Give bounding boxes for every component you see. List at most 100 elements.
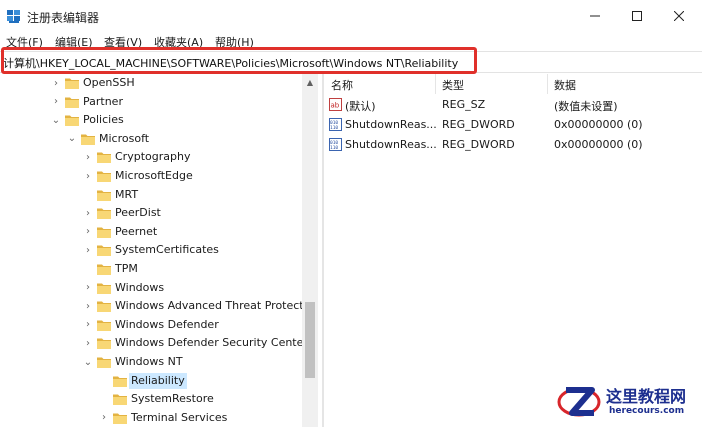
- title-bar: 注册表编辑器: [0, 0, 702, 32]
- folder-icon: [97, 320, 111, 331]
- key-tree[interactable]: › OpenSSH › Partner ⌄ Policies ⌄ Microsoft › Cryp…: [0, 74, 318, 427]
- chevron-right-icon[interactable]: ›: [82, 337, 94, 349]
- tree-scrollbar[interactable]: ▲: [302, 74, 318, 427]
- scroll-up-arrow-icon[interactable]: ▲: [302, 74, 318, 90]
- scroll-thumb[interactable]: [305, 302, 315, 378]
- chevron-right-icon[interactable]: ›: [82, 151, 94, 163]
- folder-icon: [81, 134, 95, 145]
- column-header-type[interactable]: 类型: [442, 77, 464, 93]
- tree-item[interactable]: ⌄ Windows NT: [0, 353, 303, 371]
- folder-icon: [65, 78, 79, 89]
- chevron-right-icon[interactable]: ›: [98, 412, 110, 424]
- tree-item[interactable]: › MicrosoftEdge: [0, 167, 303, 185]
- folder-icon: [97, 264, 111, 275]
- value-row[interactable]: ab (默认) REG_SZ (数值未设置): [325, 95, 702, 115]
- folder-icon: [97, 283, 111, 294]
- tree-item[interactable]: TPM: [0, 260, 303, 278]
- tree-item[interactable]: › Windows Advanced Threat Protecti: [0, 297, 307, 315]
- address-highlight-box: [1, 47, 477, 74]
- close-button[interactable]: [656, 0, 702, 32]
- value-type: REG_DWORD: [442, 138, 515, 151]
- folder-icon: [97, 357, 111, 368]
- value-row[interactable]: 010 110 ShutdownReas... REG_DWORD 0x00000000…: [325, 135, 702, 155]
- value-type: REG_DWORD: [442, 118, 515, 131]
- tree-item-label: MRT: [115, 187, 139, 201]
- folder-icon: [97, 338, 111, 350]
- folder-icon: [65, 97, 79, 108]
- folder-icon: [113, 394, 127, 406]
- column-header-name[interactable]: 名称: [331, 77, 353, 93]
- tree-item[interactable]: › Terminal Services: [0, 409, 303, 427]
- tree-item-label: Microsoft: [99, 131, 150, 145]
- watermark-url: herecours.com: [609, 406, 685, 416]
- tree-item-label: Partner: [83, 94, 123, 108]
- chevron-right-icon[interactable]: ›: [50, 96, 62, 108]
- pane-splitter[interactable]: [322, 74, 324, 427]
- value-row[interactable]: 010 110 ShutdownReas... REG_DWORD 0x00000000…: [325, 115, 702, 135]
- chevron-right-icon[interactable]: ›: [82, 300, 94, 312]
- column-divider[interactable]: [547, 74, 548, 94]
- tree-item[interactable]: › Windows Defender: [0, 316, 303, 334]
- tree-item[interactable]: › Windows Defender Security Center: [0, 334, 308, 352]
- minimize-button[interactable]: [572, 0, 618, 32]
- value-name: ShutdownReas...: [345, 118, 437, 131]
- chevron-right-icon[interactable]: ›: [82, 282, 94, 294]
- tree-item-label: Windows: [115, 280, 165, 294]
- tree-item[interactable]: SystemRestore: [0, 390, 303, 408]
- value-data: (数值未设置): [554, 100, 618, 113]
- dword-value-icon: 010110: [329, 118, 342, 131]
- tree-item[interactable]: Reliability: [0, 372, 303, 390]
- tree-item[interactable]: MRT: [0, 186, 303, 204]
- tree-item[interactable]: › Cryptography: [0, 148, 303, 166]
- folder-icon: [97, 152, 111, 164]
- tree-item-label: Windows Advanced Threat Protecti: [115, 299, 307, 313]
- tree-item-label: SystemRestore: [131, 392, 214, 406]
- tree-item-label: Reliability: [129, 372, 187, 389]
- tree-item-label: Terminal Services: [131, 410, 228, 424]
- tree-item[interactable]: ⌄ Microsoft: [0, 130, 303, 148]
- column-divider[interactable]: [435, 74, 436, 94]
- folder-icon: [97, 245, 111, 257]
- folder-icon: [97, 171, 111, 182]
- tree-item[interactable]: › SystemCertificates: [0, 241, 303, 259]
- registry-editor-icon: [7, 10, 20, 23]
- value-type: REG_SZ: [442, 98, 486, 111]
- folder-icon: [97, 301, 111, 313]
- tree-item-label: Peernet: [115, 224, 158, 238]
- dword-value-icon: 010110: [329, 138, 342, 151]
- tree-item-label: SystemCertificates: [115, 243, 219, 257]
- tree-item[interactable]: › PeerDist: [0, 204, 303, 222]
- chevron-right-icon[interactable]: ›: [82, 170, 94, 182]
- tree-item[interactable]: › Windows: [0, 279, 303, 297]
- value-list[interactable]: 名称 类型 数据 ab (默认) REG_SZ (数值未设置) 010 110 Shutdo…: [325, 74, 702, 427]
- chevron-down-icon[interactable]: ⌄: [66, 133, 78, 145]
- minimize-icon: [590, 15, 600, 17]
- chevron-right-icon[interactable]: ›: [82, 207, 94, 219]
- chevron-right-icon[interactable]: ›: [82, 226, 94, 238]
- svg-text:110: 110: [330, 145, 338, 151]
- tree-item[interactable]: › OpenSSH: [0, 74, 303, 92]
- chevron-right-icon[interactable]: ›: [82, 244, 94, 256]
- chevron-right-icon[interactable]: ›: [50, 77, 62, 89]
- tree-item-label: OpenSSH: [83, 76, 135, 89]
- tree-item-label: Windows Defender: [115, 317, 219, 331]
- tree-item-label: Windows NT: [115, 355, 183, 368]
- tree-item[interactable]: › Partner: [0, 93, 303, 111]
- value-data: 0x00000000 (0): [554, 138, 643, 151]
- chevron-down-icon[interactable]: ⌄: [82, 356, 94, 368]
- site-watermark: 这里教程网 herecours.com: [548, 377, 702, 427]
- maximize-button[interactable]: [614, 0, 660, 32]
- watermark-logo-icon: [557, 387, 601, 417]
- column-header-data[interactable]: 数据: [554, 77, 576, 93]
- chevron-right-icon[interactable]: ›: [82, 319, 94, 331]
- folder-icon: [113, 376, 127, 387]
- tree-item[interactable]: ⌄ Policies: [0, 111, 303, 129]
- tree-item-label: Windows Defender Security Center: [115, 336, 308, 350]
- folder-icon: [97, 190, 111, 201]
- tree-item[interactable]: › Peernet: [0, 223, 303, 241]
- folder-icon: [113, 413, 127, 424]
- tree-item-label: PeerDist: [115, 206, 161, 220]
- chevron-down-icon[interactable]: ⌄: [50, 114, 62, 126]
- svg-text:ab: ab: [331, 102, 340, 110]
- folder-icon: [65, 115, 79, 127]
